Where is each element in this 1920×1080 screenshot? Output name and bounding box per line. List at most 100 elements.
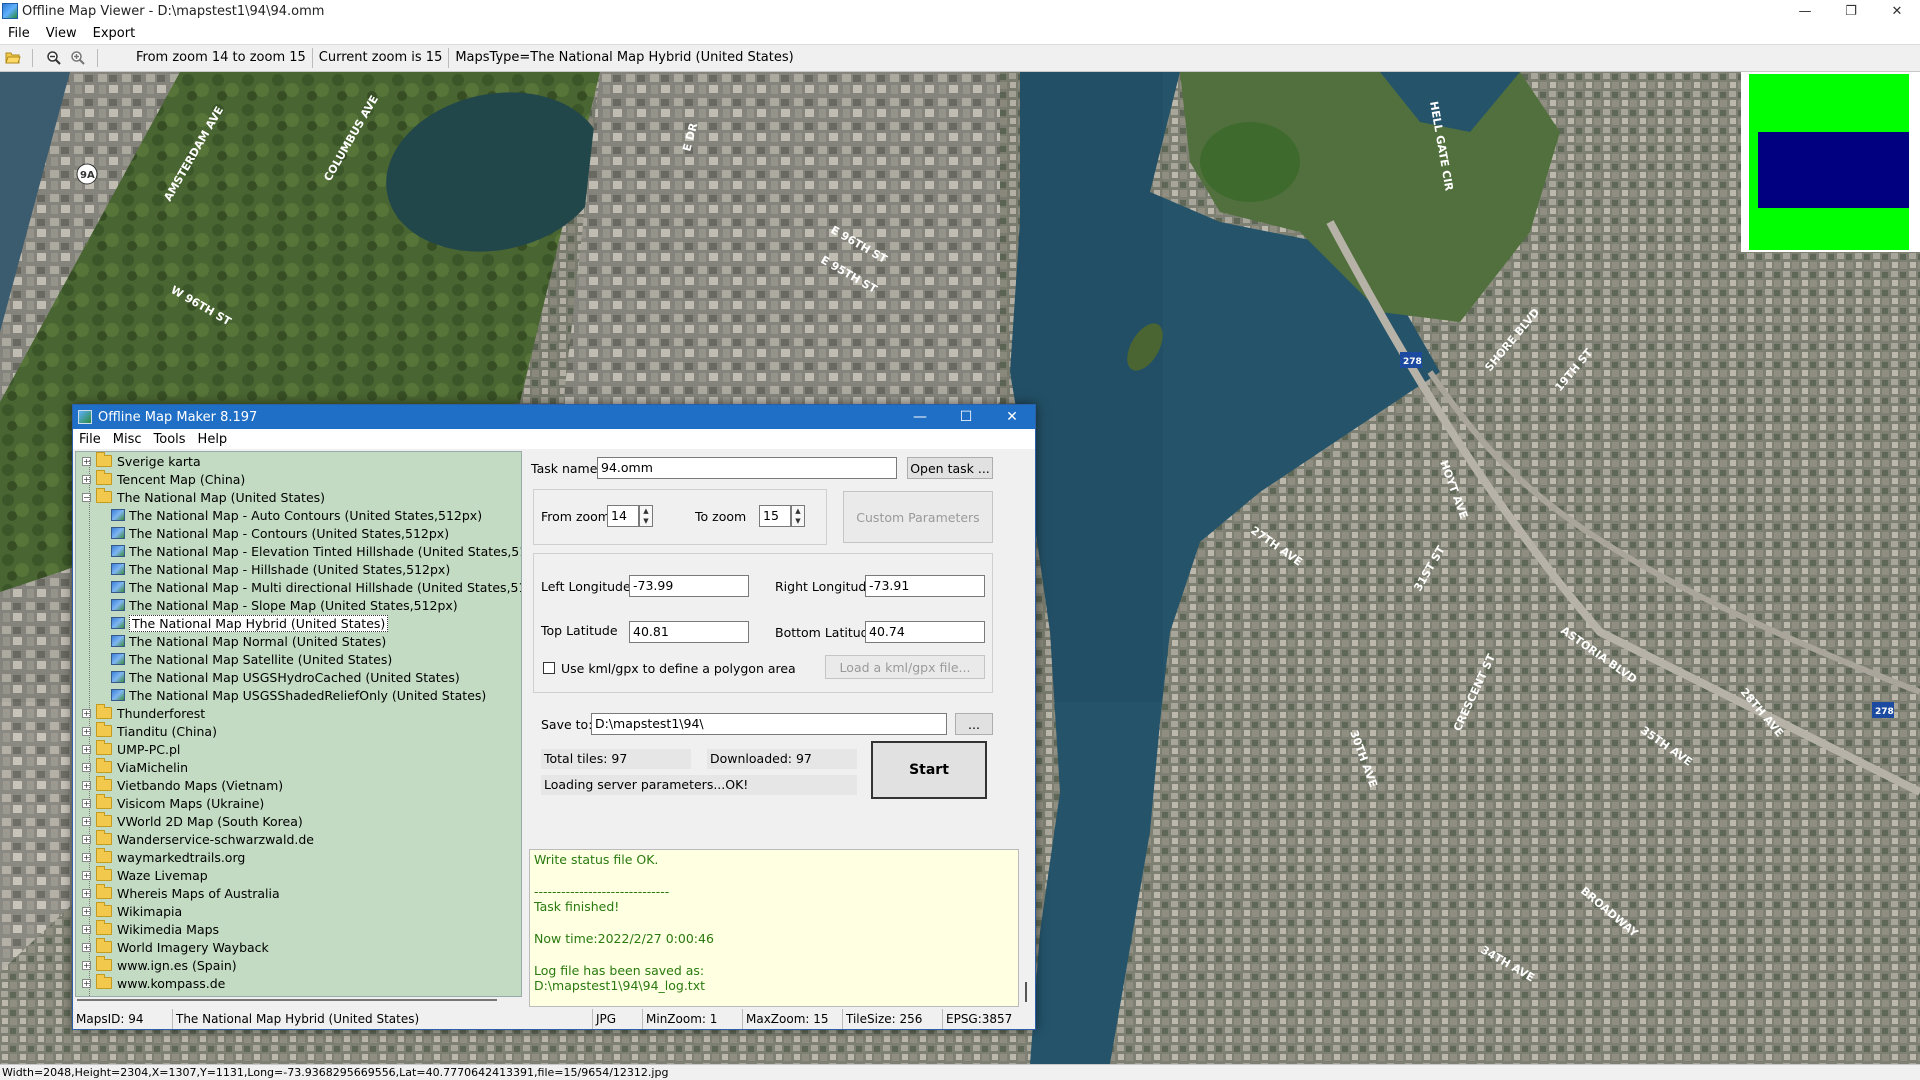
- folder-icon: [96, 722, 112, 737]
- from-zoom-spinner[interactable]: ▲ ▼: [639, 505, 653, 527]
- tree-item[interactable]: + UMP-PC.pl: [76, 740, 521, 758]
- tree-map-item[interactable]: The National Map - Multi directional Hil…: [76, 578, 521, 596]
- window-controls: — ❐ ✕: [1782, 0, 1920, 22]
- tile-size-text: TileSize: 256: [843, 1009, 943, 1029]
- min-zoom-text: MinZoom: 1: [643, 1009, 743, 1029]
- log-output[interactable]: Write status file OK. ------------------…: [529, 849, 1019, 1007]
- folder-icon: [96, 776, 112, 791]
- to-zoom-input[interactable]: 15: [759, 505, 791, 527]
- folder-icon: [96, 758, 112, 773]
- tree-map-item[interactable]: The National Map Satellite (United State…: [76, 650, 521, 668]
- minimize-button[interactable]: —: [1782, 0, 1828, 22]
- tree-map-item[interactable]: The National Map - Auto Contours (United…: [76, 506, 521, 524]
- tree-item[interactable]: + www.kompass.de: [76, 974, 521, 992]
- map-source-tree[interactable]: + Sverige karta + Tencent Map (China) − The…: [75, 451, 522, 997]
- folder-icon: [96, 920, 112, 935]
- tree-map-item[interactable]: The National Map Normal (United States): [76, 632, 521, 650]
- tree-item[interactable]: + Tencent Map (China): [76, 470, 521, 488]
- folder-icon: [96, 956, 112, 971]
- right-longitude-label: Right Longitude: [775, 579, 875, 594]
- zoom-in-button[interactable]: [67, 47, 89, 69]
- open-folder-button[interactable]: [2, 47, 24, 69]
- right-longitude-input[interactable]: -73.91: [865, 575, 985, 597]
- log-scrollbar[interactable]: [1019, 849, 1033, 1007]
- route-278-label: 278: [1403, 357, 1422, 367]
- tree-map-item[interactable]: The National Map USGSShadedReliefOnly (U…: [76, 686, 521, 704]
- close-button[interactable]: ✕: [1874, 0, 1920, 22]
- to-zoom-spinner[interactable]: ▲ ▼: [791, 505, 805, 527]
- zoom-out-button[interactable]: [43, 47, 65, 69]
- dialog-menu-help[interactable]: Help: [192, 432, 234, 447]
- from-zoom-input[interactable]: 14: [607, 505, 639, 527]
- use-kml-checkbox[interactable]: [543, 662, 555, 674]
- tree-item[interactable]: + ViaMichelin: [76, 758, 521, 776]
- map-maker-icon: [78, 410, 92, 424]
- folder-open-icon: [96, 488, 112, 503]
- tree-item[interactable]: + waymarkedtrails.org: [76, 848, 521, 866]
- tree-horizontal-scrollbar[interactable]: [75, 995, 522, 1005]
- folder-open-icon: [5, 52, 21, 64]
- tree-item[interactable]: + World Imagery Wayback: [76, 938, 521, 956]
- map-tile-icon: [111, 527, 125, 539]
- bottom-latitude-input[interactable]: 40.74: [865, 621, 985, 643]
- tree-map-item[interactable]: The National Map - Elevation Tinted Hill…: [76, 542, 521, 560]
- tree-map-item-selected[interactable]: The National Map Hybrid (United States): [76, 614, 521, 632]
- tree-map-item[interactable]: The National Map - Slope Map (United Sta…: [76, 596, 521, 614]
- save-to-label: Save to:: [541, 717, 593, 732]
- dialog-close-button[interactable]: ✕: [989, 405, 1035, 429]
- start-button[interactable]: Start: [871, 741, 987, 799]
- dialog-maximize-button[interactable]: ☐: [943, 405, 989, 429]
- tree-item[interactable]: + Whereis Maps of Australia: [76, 884, 521, 902]
- maps-name-text: The National Map Hybrid (United States): [173, 1009, 593, 1029]
- menu-bar: File View Export: [0, 22, 1920, 44]
- tree-map-item[interactable]: The National Map - Hillshade (United Sta…: [76, 560, 521, 578]
- dialog-status-bar: MapsID: 94 The National Map Hybrid (Unit…: [73, 1009, 1035, 1029]
- top-latitude-input[interactable]: 40.81: [629, 621, 749, 643]
- custom-parameters-button[interactable]: Custom Parameters: [843, 491, 993, 543]
- tree-item[interactable]: + Wikimapia: [76, 902, 521, 920]
- tree-item[interactable]: + VWorld 2D Map (South Korea): [76, 812, 521, 830]
- tree-item[interactable]: + Sverige karta: [76, 452, 521, 470]
- folder-icon: [96, 470, 112, 485]
- tree-item[interactable]: + Wikimedia Maps: [76, 920, 521, 938]
- open-task-button[interactable]: Open task ...: [907, 457, 993, 479]
- menu-file[interactable]: File: [0, 26, 38, 41]
- toolbar: From zoom 14 to zoom 15 Current zoom is …: [0, 44, 1920, 72]
- tree-item-national-map[interactable]: − The National Map (United States): [76, 488, 521, 506]
- dialog-menu-file[interactable]: File: [73, 432, 107, 447]
- browse-button[interactable]: ...: [955, 713, 993, 735]
- folder-icon: [96, 740, 112, 755]
- save-to-input[interactable]: D:\mapstest1\94\: [591, 713, 947, 735]
- menu-view[interactable]: View: [38, 26, 85, 41]
- tree-item[interactable]: + Thunderforest: [76, 704, 521, 722]
- tree-item[interactable]: + Wanderservice-schwarzwald.de: [76, 830, 521, 848]
- title-bar: Offline Map Viewer - D:\mapstest1\94\94.…: [0, 0, 1920, 22]
- menu-export[interactable]: Export: [85, 26, 144, 41]
- tree-item[interactable]: + Vietbando Maps (Vietnam): [76, 776, 521, 794]
- from-zoom-label: From zoom: [541, 509, 610, 524]
- task-name-input[interactable]: 94.omm: [597, 457, 897, 479]
- total-tiles-text: Total tiles: 97: [541, 749, 691, 769]
- tree-item[interactable]: + Tianditu (China): [76, 722, 521, 740]
- map-tile-icon: [111, 617, 125, 629]
- dialog-menu-tools[interactable]: Tools: [148, 432, 192, 447]
- map-tile-icon: [111, 509, 125, 521]
- left-longitude-input[interactable]: -73.99: [629, 575, 749, 597]
- folder-icon: [96, 938, 112, 953]
- folder-icon: [96, 794, 112, 809]
- max-zoom-text: MaxZoom: 15: [743, 1009, 843, 1029]
- map-tile-icon: [111, 563, 125, 575]
- tree-map-item[interactable]: The National Map - Contours (United Stat…: [76, 524, 521, 542]
- task-settings-panel: Task name 94.omm Open task ... From zoom…: [531, 451, 1035, 831]
- maximize-button[interactable]: ❐: [1828, 0, 1874, 22]
- dialog-minimize-button[interactable]: —: [897, 405, 943, 429]
- tree-item[interactable]: + www.ign.es (Spain): [76, 956, 521, 974]
- toolbar-separator: [97, 49, 98, 67]
- load-kml-button[interactable]: Load a kml/gpx file...: [825, 655, 985, 679]
- tree-item[interactable]: + Waze Livemap: [76, 866, 521, 884]
- overview-minimap[interactable]: [1741, 72, 1920, 252]
- minimap-viewport[interactable]: [1758, 132, 1909, 208]
- tree-item[interactable]: + Visicom Maps (Ukraine): [76, 794, 521, 812]
- tree-map-item[interactable]: The National Map USGSHydroCached (United…: [76, 668, 521, 686]
- dialog-menu-misc[interactable]: Misc: [107, 432, 148, 447]
